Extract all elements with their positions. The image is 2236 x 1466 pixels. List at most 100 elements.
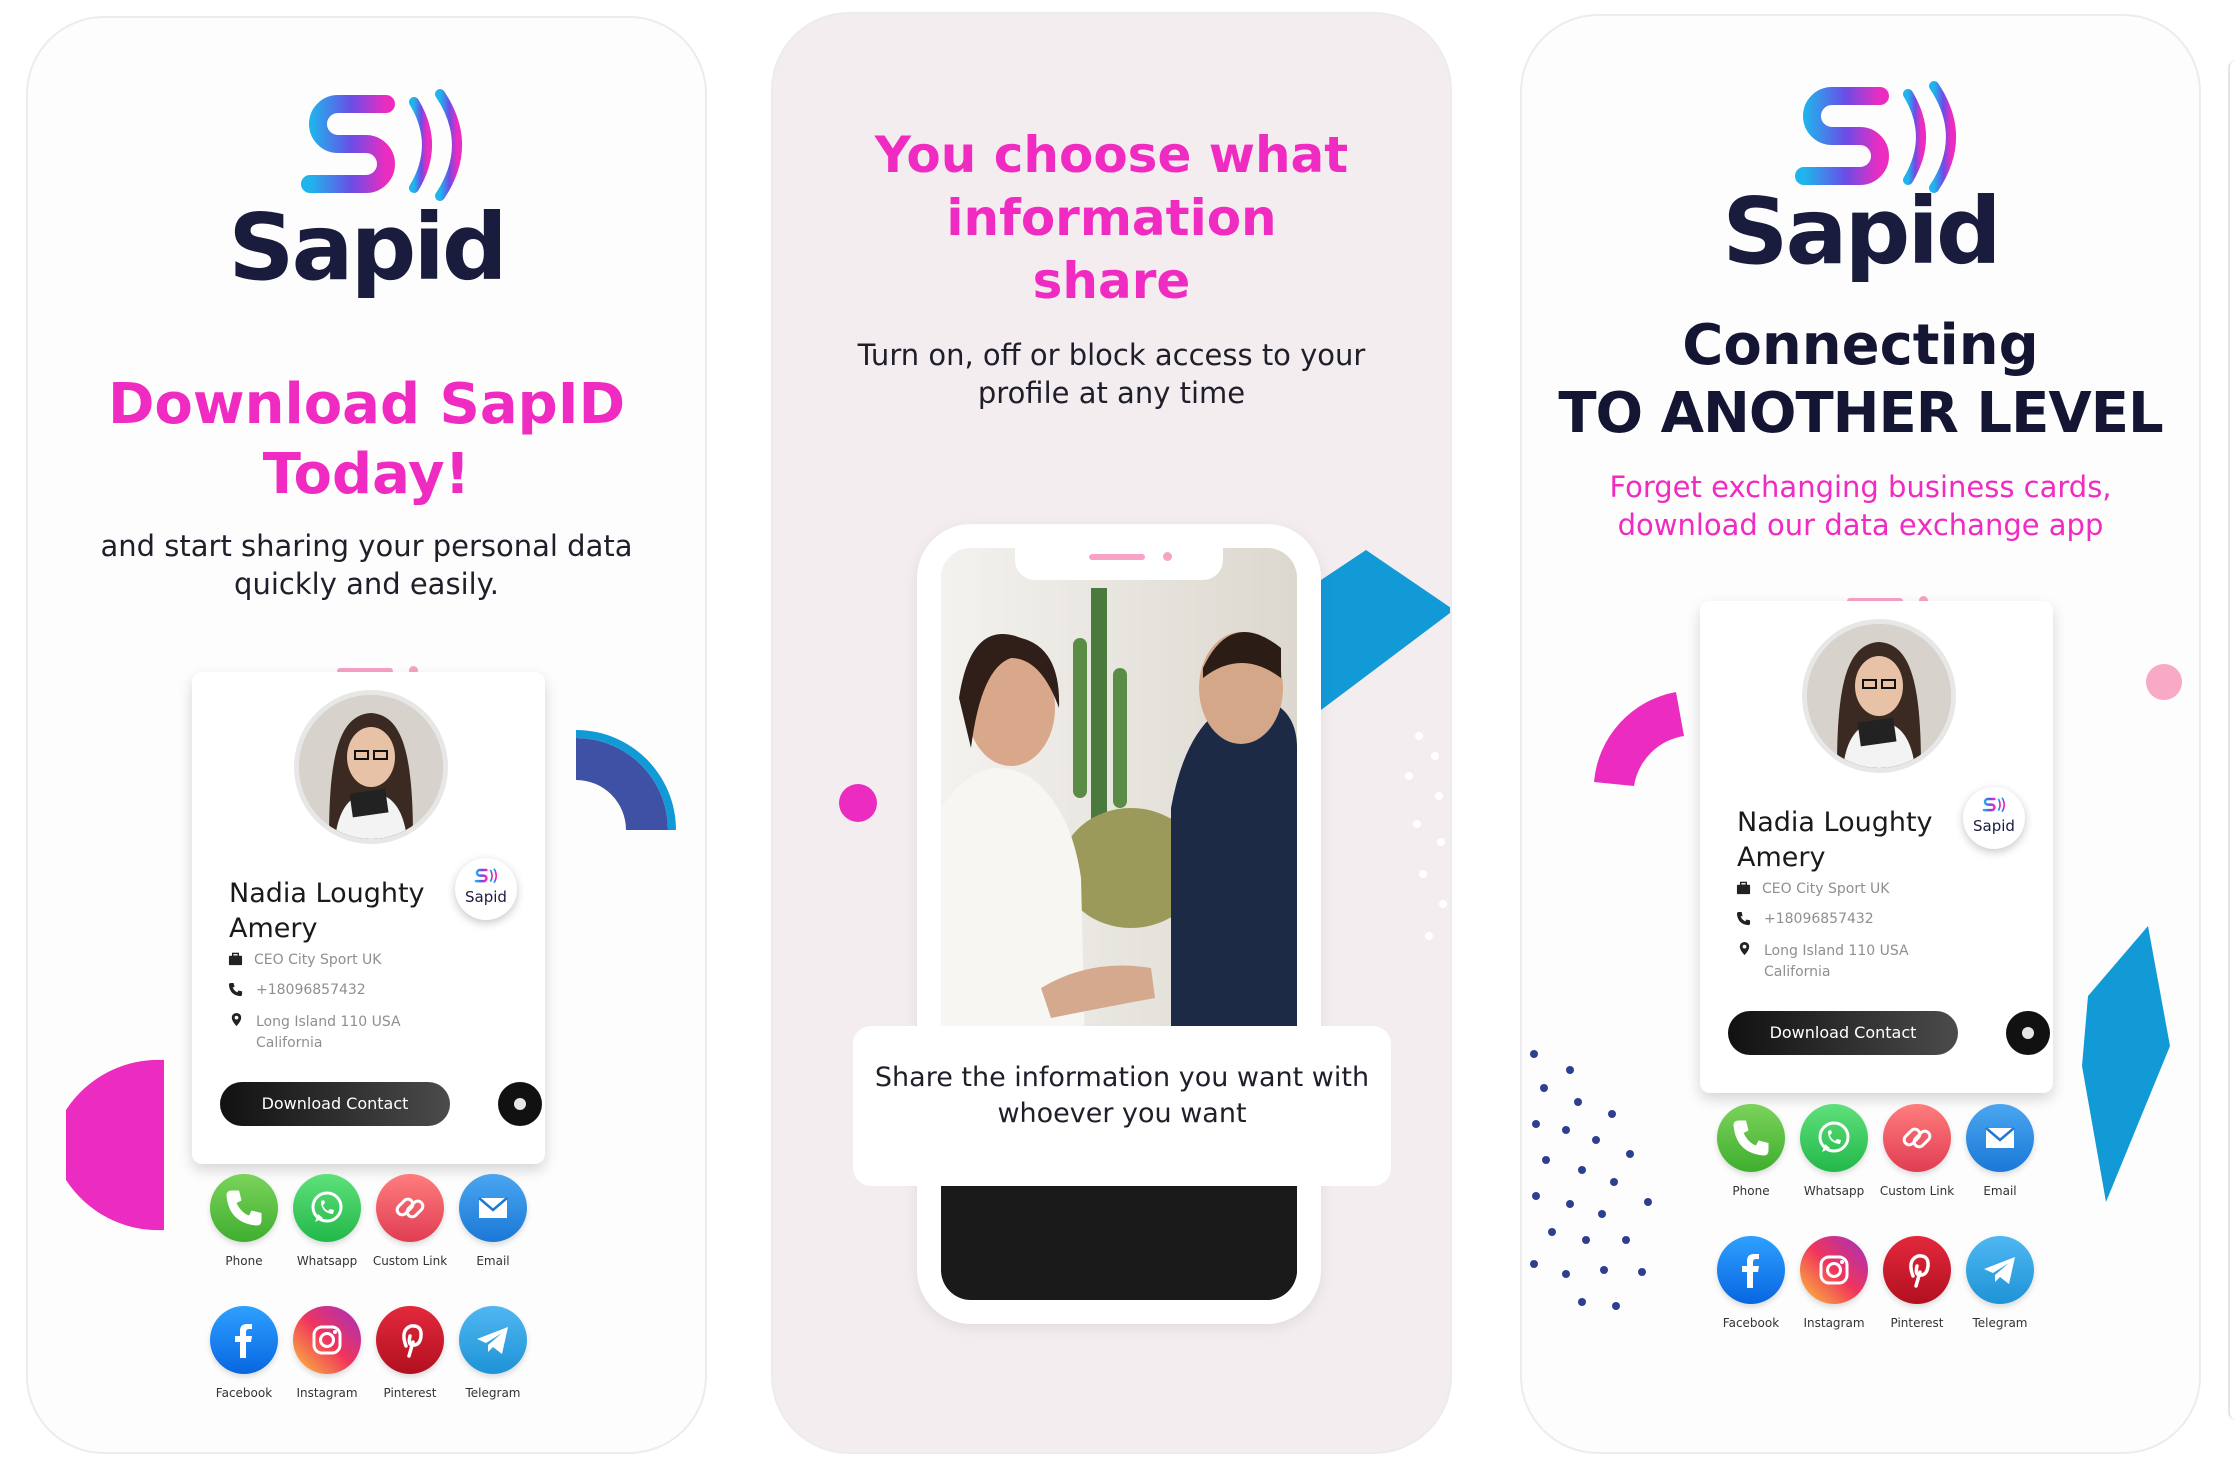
social-telegram[interactable]: Telegram — [1953, 1236, 2047, 1330]
profile-avatar — [294, 690, 448, 844]
profile-phone: +18096857432 — [1764, 911, 1874, 927]
decor-dot-pattern — [1530, 1050, 1652, 1310]
social-phone[interactable]: Phone — [197, 1174, 291, 1268]
social-facebook[interactable]: Facebook — [1704, 1236, 1798, 1330]
badge-text: Sapid — [465, 888, 507, 906]
sapid-badge: Sapid — [455, 858, 517, 920]
caption-line-2: whoever you want — [997, 1098, 1247, 1129]
screenshot-download-sapid: Sapid Download SapID Today! and start sh… — [26, 16, 707, 1454]
decor-pink-semicircle — [66, 1059, 164, 1231]
profile-address-line-2: California — [256, 1035, 323, 1051]
social-telegram-label: Telegram — [465, 1386, 521, 1400]
headline-line-3: share — [1032, 252, 1191, 310]
social-instagram[interactable]: Instagram — [280, 1306, 374, 1400]
social-pinterest[interactable]: Pinterest — [1870, 1236, 1964, 1330]
headline-line-2: Today! — [262, 442, 471, 507]
social-custom-link-label: Custom Link — [372, 1254, 448, 1268]
social-telegram-label: Telegram — [1972, 1316, 2028, 1330]
profile-card: Sapid Nadia Loughty Amery CEO City Sport… — [1700, 601, 2053, 1093]
pinterest-icon — [376, 1306, 444, 1374]
headline-line-2: information — [946, 189, 1277, 247]
instagram-icon — [1800, 1236, 1868, 1304]
link-icon — [376, 1174, 444, 1242]
phone-icon — [1736, 911, 1751, 926]
profile-phone: +18096857432 — [256, 982, 366, 998]
social-instagram-label: Instagram — [296, 1386, 358, 1400]
sapid-logo-text: Sapid — [228, 194, 508, 301]
social-email[interactable]: Email — [1953, 1104, 2047, 1198]
social-facebook[interactable]: Facebook — [197, 1306, 291, 1400]
subtext-line-2: quickly and easily. — [234, 567, 499, 601]
decor-pink-dot — [839, 784, 877, 822]
social-custom-link[interactable]: Custom Link — [363, 1174, 457, 1268]
location-pin-icon — [231, 1012, 242, 1027]
profile-avatar — [1802, 619, 1956, 773]
phone-social-icon — [1717, 1104, 1785, 1172]
telegram-icon — [459, 1306, 527, 1374]
whatsapp-icon — [293, 1174, 361, 1242]
android-icon[interactable] — [498, 1082, 542, 1126]
subtext-line-1: Forget exchanging business cards, — [1609, 470, 2112, 504]
headline-line-2: TO ANOTHER LEVEL — [1558, 381, 2163, 446]
social-phone-label: Phone — [1732, 1184, 1770, 1198]
frame-camera-dot — [1163, 552, 1172, 561]
subtext-line-2: profile at any time — [977, 376, 1246, 410]
phone-social-icon — [210, 1174, 278, 1242]
sapid-logo-icon — [301, 89, 462, 201]
profile-name-line-2: Amery — [1737, 842, 1826, 873]
subtext-line-2: download our data exchange app — [1617, 508, 2104, 542]
subtext-line-1: Turn on, off or block access to your — [857, 338, 1366, 372]
decor-pink-quarter-ring — [1594, 692, 1684, 786]
profile-job: CEO City Sport UK — [254, 952, 382, 968]
social-whatsapp[interactable]: Whatsapp — [1787, 1104, 1881, 1198]
phone-screen-photo — [941, 548, 1297, 1300]
social-pinterest-label: Pinterest — [383, 1386, 437, 1400]
decor-pink-circle — [2146, 664, 2182, 700]
caption-card: Share the information you want with whoe… — [853, 1026, 1391, 1186]
next-screenshot-edge — [2228, 60, 2236, 1420]
social-whatsapp-label: Whatsapp — [1803, 1184, 1865, 1198]
social-custom-link-label: Custom Link — [1879, 1184, 1955, 1198]
profile-address-line-1: Long Island 110 USA — [256, 1014, 401, 1030]
social-custom-link[interactable]: Custom Link — [1870, 1104, 1964, 1198]
profile-name-line-2: Amery — [229, 913, 318, 944]
briefcase-icon — [228, 952, 243, 966]
social-facebook-label: Facebook — [1722, 1316, 1780, 1330]
screenshot-connecting: Sapid Connecting TO ANOTHER LEVEL Forget… — [1520, 14, 2201, 1454]
social-email[interactable]: Email — [446, 1174, 540, 1268]
social-phone-label: Phone — [225, 1254, 263, 1268]
profile-name-line-1: Nadia Loughty — [229, 878, 425, 909]
decor-blue-shard — [2082, 926, 2170, 1202]
facebook-icon — [1717, 1236, 1785, 1304]
android-icon[interactable] — [2006, 1011, 2050, 1055]
telegram-icon — [1966, 1236, 2034, 1304]
social-phone[interactable]: Phone — [1704, 1104, 1798, 1198]
profile-address-line-1: Long Island 110 USA — [1764, 943, 1909, 959]
decor-blue-triangle — [1321, 550, 1450, 710]
email-icon — [459, 1174, 527, 1242]
social-whatsapp-label: Whatsapp — [296, 1254, 358, 1268]
download-contact-button[interactable]: Download Contact — [1728, 1011, 1958, 1055]
location-pin-icon — [1739, 941, 1750, 956]
social-instagram[interactable]: Instagram — [1787, 1236, 1881, 1330]
profile-name-line-1: Nadia Loughty — [1737, 807, 1933, 838]
profile-job: CEO City Sport UK — [1762, 881, 1890, 897]
social-pinterest-label: Pinterest — [1890, 1316, 1944, 1330]
instagram-icon — [293, 1306, 361, 1374]
whatsapp-icon — [1800, 1104, 1868, 1172]
link-icon — [1883, 1104, 1951, 1172]
social-telegram[interactable]: Telegram — [446, 1306, 540, 1400]
headline-line-1: Connecting — [1682, 313, 2039, 378]
social-pinterest[interactable]: Pinterest — [363, 1306, 457, 1400]
social-instagram-label: Instagram — [1803, 1316, 1865, 1330]
screenshot-choose-information: You choose what information share Turn o… — [771, 12, 1452, 1454]
phone-notch — [1015, 546, 1223, 580]
social-facebook-label: Facebook — [215, 1386, 273, 1400]
frame-speaker — [1089, 554, 1145, 560]
pinterest-icon — [1883, 1236, 1951, 1304]
facebook-icon — [210, 1306, 278, 1374]
social-whatsapp[interactable]: Whatsapp — [280, 1174, 374, 1268]
download-contact-button[interactable]: Download Contact — [220, 1082, 450, 1126]
headline-line-1: Download SapID — [107, 372, 626, 437]
sapid-badge: Sapid — [1963, 787, 2025, 849]
